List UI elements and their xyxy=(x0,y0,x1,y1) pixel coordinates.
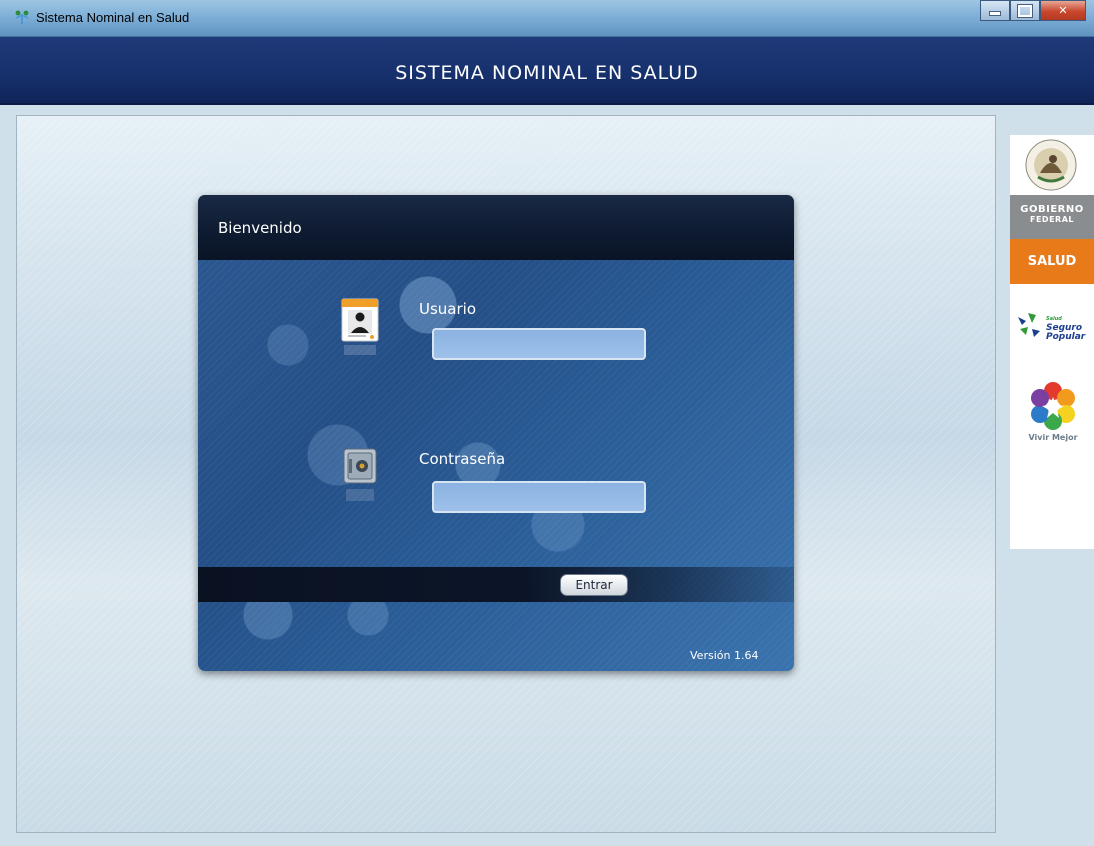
window-controls: ✕ xyxy=(980,0,1086,21)
vivir-mejor-flower-icon xyxy=(1031,382,1075,430)
seguro-popular-logo: Salud Seguro Popular xyxy=(1014,307,1094,343)
mexico-seal-icon xyxy=(1025,139,1077,191)
login-dialog: Bienvenido Usuario Contraseña Entrar Ver… xyxy=(198,195,794,671)
maximize-button[interactable] xyxy=(1010,0,1040,21)
password-input[interactable] xyxy=(432,481,646,513)
gobierno-line1: GOBIERNO xyxy=(1020,204,1084,215)
gobierno-federal-logo: GOBIERNO FEDERAL xyxy=(1010,195,1094,239)
header-banner: SISTEMA NOMINAL EN SALUD xyxy=(0,37,1094,105)
seguro-popular-text: Salud Seguro Popular xyxy=(1046,315,1085,342)
title-bar[interactable]: Sistema Nominal en Salud ✕ xyxy=(0,0,1094,37)
close-button[interactable]: ✕ xyxy=(1040,0,1086,21)
logo-sidebar: GOBIERNO FEDERAL SALUD Salud Seguro Popu… xyxy=(1010,135,1094,549)
app-window: Sistema Nominal en Salud ✕ SISTEMA NOMIN… xyxy=(0,0,1094,846)
salud-logo: SALUD xyxy=(1010,239,1094,284)
minimize-button[interactable] xyxy=(980,0,1010,21)
gobierno-line2: FEDERAL xyxy=(1030,215,1074,224)
minimize-icon xyxy=(989,11,1001,16)
app-logo-icon xyxy=(15,10,29,24)
banner-title: SISTEMA NOMINAL EN SALUD xyxy=(395,62,699,84)
close-icon: ✕ xyxy=(1058,4,1068,17)
safe-lock-icon xyxy=(343,448,377,501)
user-label: Usuario xyxy=(419,300,477,318)
vivir-mejor-logo: Vivir Mejor xyxy=(1028,381,1078,451)
window-title: Sistema Nominal en Salud xyxy=(36,10,190,25)
password-label: Contraseña xyxy=(419,450,506,468)
vivir-mejor-label: Vivir Mejor xyxy=(1028,433,1078,442)
maximize-icon xyxy=(1017,3,1033,18)
user-input[interactable] xyxy=(432,328,646,360)
enter-button[interactable]: Entrar xyxy=(560,574,628,596)
version-label: Versión 1.64 xyxy=(690,649,759,662)
action-bar xyxy=(198,567,794,602)
dialog-header: Bienvenido xyxy=(198,195,794,260)
dialog-title: Bienvenido xyxy=(218,219,302,237)
seguro-popular-icon xyxy=(1018,313,1040,337)
popular-label: Popular xyxy=(1046,332,1086,342)
user-card-icon xyxy=(341,298,379,355)
